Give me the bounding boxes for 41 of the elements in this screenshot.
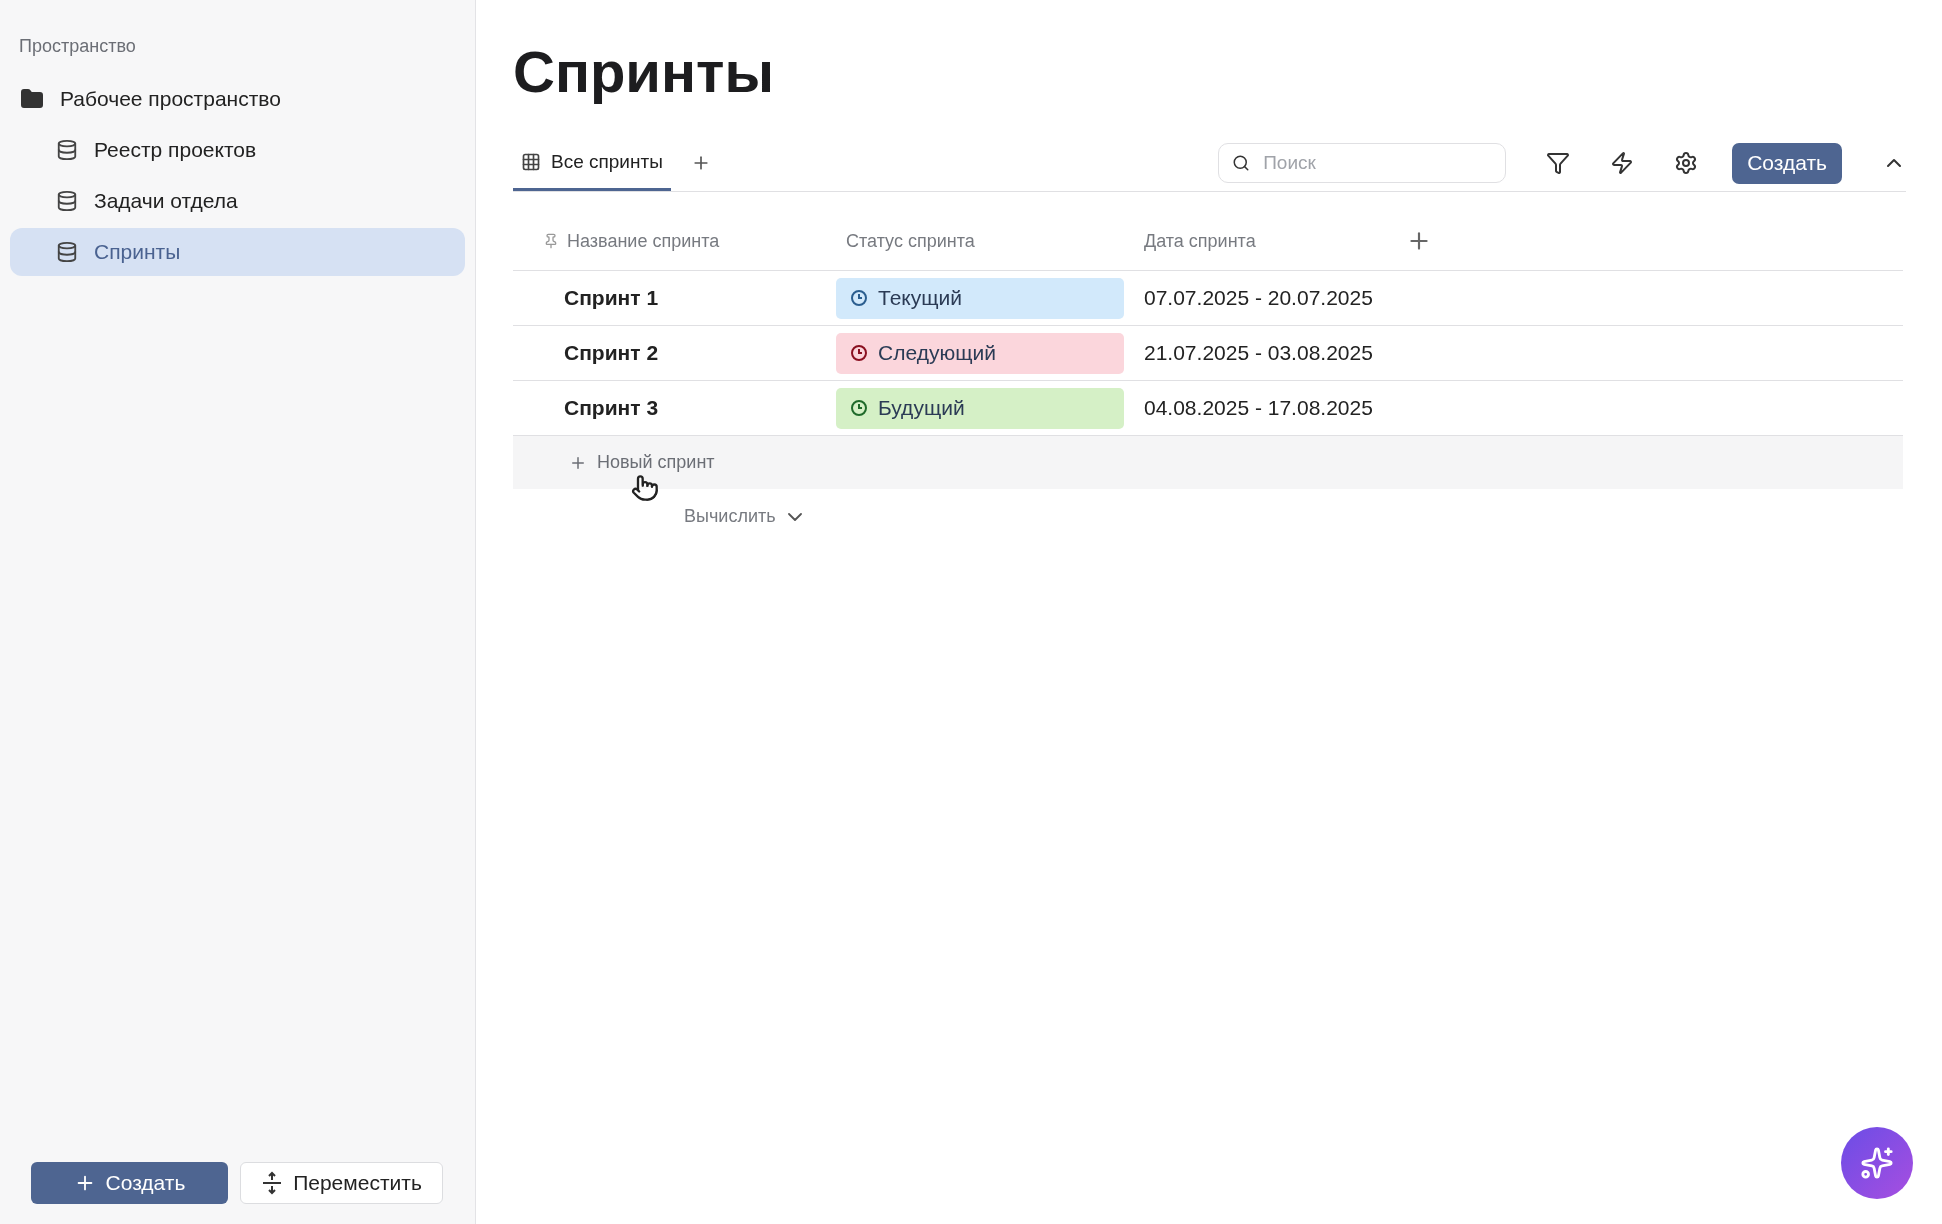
search-field[interactable]: Поиск: [1218, 143, 1507, 183]
column-header[interactable]: Название спринта: [513, 230, 836, 252]
table-icon: [521, 151, 541, 172]
view-tab[interactable]: Все спринты: [513, 135, 671, 191]
settings-icon[interactable]: [1674, 151, 1699, 175]
status-icon: [850, 289, 868, 307]
database-icon: [56, 241, 78, 263]
status-tag[interactable]: Текущий: [836, 277, 1124, 319]
sidebar-item[interactable]: Спринты: [10, 228, 465, 276]
section-title: Пространство: [19, 36, 137, 57]
vertical-arrows-icon: [261, 1171, 284, 1195]
lightning-icon[interactable]: [1610, 151, 1635, 175]
table-cell-text: Спринт 3: [563, 396, 660, 420]
database-icon: [56, 139, 78, 161]
hand-cursor-icon: [631, 474, 659, 502]
table-cell-text: 21.07.2025 - 03.08.2025: [1143, 341, 1374, 365]
page-title: Спринты: [513, 38, 775, 105]
table-cell-text: 07.07.2025 - 20.07.2025: [1143, 286, 1374, 310]
calculate-dropdown[interactable]: Вычислить: [513, 506, 1903, 527]
column-header[interactable]: Статус спринта: [836, 230, 1136, 252]
filter-icon[interactable]: [1546, 151, 1571, 175]
column-header[interactable]: Дата спринта: [1136, 230, 1406, 252]
sparkles-icon: [1860, 1146, 1894, 1180]
status-icon: [850, 344, 868, 362]
search-icon: [1232, 154, 1251, 172]
database-icon: [56, 190, 78, 212]
status-tag[interactable]: Будущий: [836, 387, 1124, 429]
chevron-down-icon: [787, 512, 802, 521]
sidebar-item[interactable]: Рабочее пространство: [10, 75, 465, 123]
table-cell-text: Спринт 1: [563, 286, 660, 310]
table-cell-text: Спринт 2: [563, 341, 660, 365]
create-button[interactable]: Создать: [31, 1162, 228, 1204]
table-cell-text: 04.08.2025 - 17.08.2025: [1143, 396, 1374, 420]
status-tag[interactable]: Следующий: [836, 332, 1124, 374]
create-button[interactable]: Создать: [1732, 142, 1842, 184]
move-button[interactable]: Переместить: [240, 1162, 443, 1204]
sidebar-item[interactable]: Реестр проектов: [10, 126, 465, 174]
pin-icon: [543, 233, 559, 249]
status-icon: [850, 399, 868, 417]
folder-icon: [20, 87, 44, 111]
sidebar-item[interactable]: Задачи отдела: [10, 177, 465, 225]
